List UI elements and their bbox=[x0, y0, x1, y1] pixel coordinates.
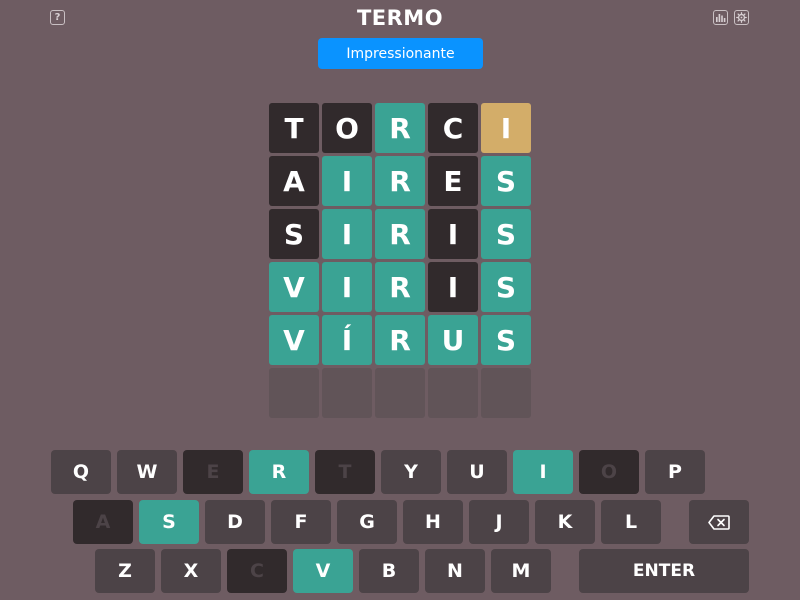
key-b[interactable]: B bbox=[359, 549, 419, 593]
letter-tile bbox=[428, 368, 478, 418]
key-g[interactable]: G bbox=[337, 500, 397, 544]
letter-tile: O bbox=[322, 103, 372, 153]
letter-tile: R bbox=[375, 156, 425, 206]
letter-tile: S bbox=[481, 315, 531, 365]
key-i[interactable]: I bbox=[513, 450, 573, 494]
letter-tile: I bbox=[322, 156, 372, 206]
letter-tile bbox=[322, 368, 372, 418]
letter-tile: S bbox=[481, 262, 531, 312]
key-w[interactable]: W bbox=[117, 450, 177, 494]
backspace-icon bbox=[708, 514, 730, 530]
letter-tile: V bbox=[269, 262, 319, 312]
board-row: TORCI bbox=[269, 103, 531, 153]
board-row: VÍRUS bbox=[269, 315, 531, 365]
key-h[interactable]: H bbox=[403, 500, 463, 544]
letter-tile: R bbox=[375, 262, 425, 312]
letter-tile: A bbox=[269, 156, 319, 206]
key-o[interactable]: O bbox=[579, 450, 639, 494]
letter-tile: I bbox=[428, 262, 478, 312]
letter-tile: U bbox=[428, 315, 478, 365]
letter-tile: I bbox=[322, 209, 372, 259]
letter-tile: R bbox=[375, 103, 425, 153]
game-title: TERMO bbox=[356, 6, 444, 30]
letter-tile: T bbox=[269, 103, 319, 153]
board-row: AIRES bbox=[269, 156, 531, 206]
key-n[interactable]: N bbox=[425, 549, 485, 593]
letter-tile: Í bbox=[322, 315, 372, 365]
key-p[interactable]: P bbox=[645, 450, 705, 494]
key-r[interactable]: R bbox=[249, 450, 309, 494]
header: ? TERMO bbox=[0, 0, 800, 38]
letter-tile: I bbox=[322, 262, 372, 312]
letter-tile: I bbox=[428, 209, 478, 259]
board-row: SIRIS bbox=[269, 209, 531, 259]
key-u[interactable]: U bbox=[447, 450, 507, 494]
key-q[interactable]: Q bbox=[51, 450, 111, 494]
letter-tile bbox=[481, 368, 531, 418]
stats-chart-icon[interactable] bbox=[713, 10, 728, 25]
toast-message: Impressionante bbox=[318, 38, 483, 69]
key-v[interactable]: V bbox=[293, 549, 353, 593]
letter-tile: C bbox=[428, 103, 478, 153]
key-j[interactable]: J bbox=[469, 500, 529, 544]
key-s[interactable]: S bbox=[139, 500, 199, 544]
letter-tile: E bbox=[428, 156, 478, 206]
letter-tile: S bbox=[481, 209, 531, 259]
key-c[interactable]: C bbox=[227, 549, 287, 593]
key-k[interactable]: K bbox=[535, 500, 595, 544]
letter-tile bbox=[269, 368, 319, 418]
letter-tile: R bbox=[375, 315, 425, 365]
letter-tile: V bbox=[269, 315, 319, 365]
enter-key[interactable]: ENTER bbox=[579, 549, 749, 593]
board-row: VIRIS bbox=[269, 262, 531, 312]
key-m[interactable]: M bbox=[491, 549, 551, 593]
key-e[interactable]: E bbox=[183, 450, 243, 494]
key-d[interactable]: D bbox=[205, 500, 265, 544]
letter-tile: S bbox=[269, 209, 319, 259]
backspace-key[interactable] bbox=[689, 500, 749, 544]
letter-tile: I bbox=[481, 103, 531, 153]
letter-tile bbox=[375, 368, 425, 418]
key-x[interactable]: X bbox=[161, 549, 221, 593]
key-f[interactable]: F bbox=[271, 500, 331, 544]
key-a[interactable]: A bbox=[73, 500, 133, 544]
letter-tile: S bbox=[481, 156, 531, 206]
letter-tile: R bbox=[375, 209, 425, 259]
board-row bbox=[269, 368, 531, 418]
key-y[interactable]: Y bbox=[381, 450, 441, 494]
key-l[interactable]: L bbox=[601, 500, 661, 544]
key-t[interactable]: T bbox=[315, 450, 375, 494]
key-z[interactable]: Z bbox=[95, 549, 155, 593]
gear-icon[interactable] bbox=[734, 10, 749, 25]
